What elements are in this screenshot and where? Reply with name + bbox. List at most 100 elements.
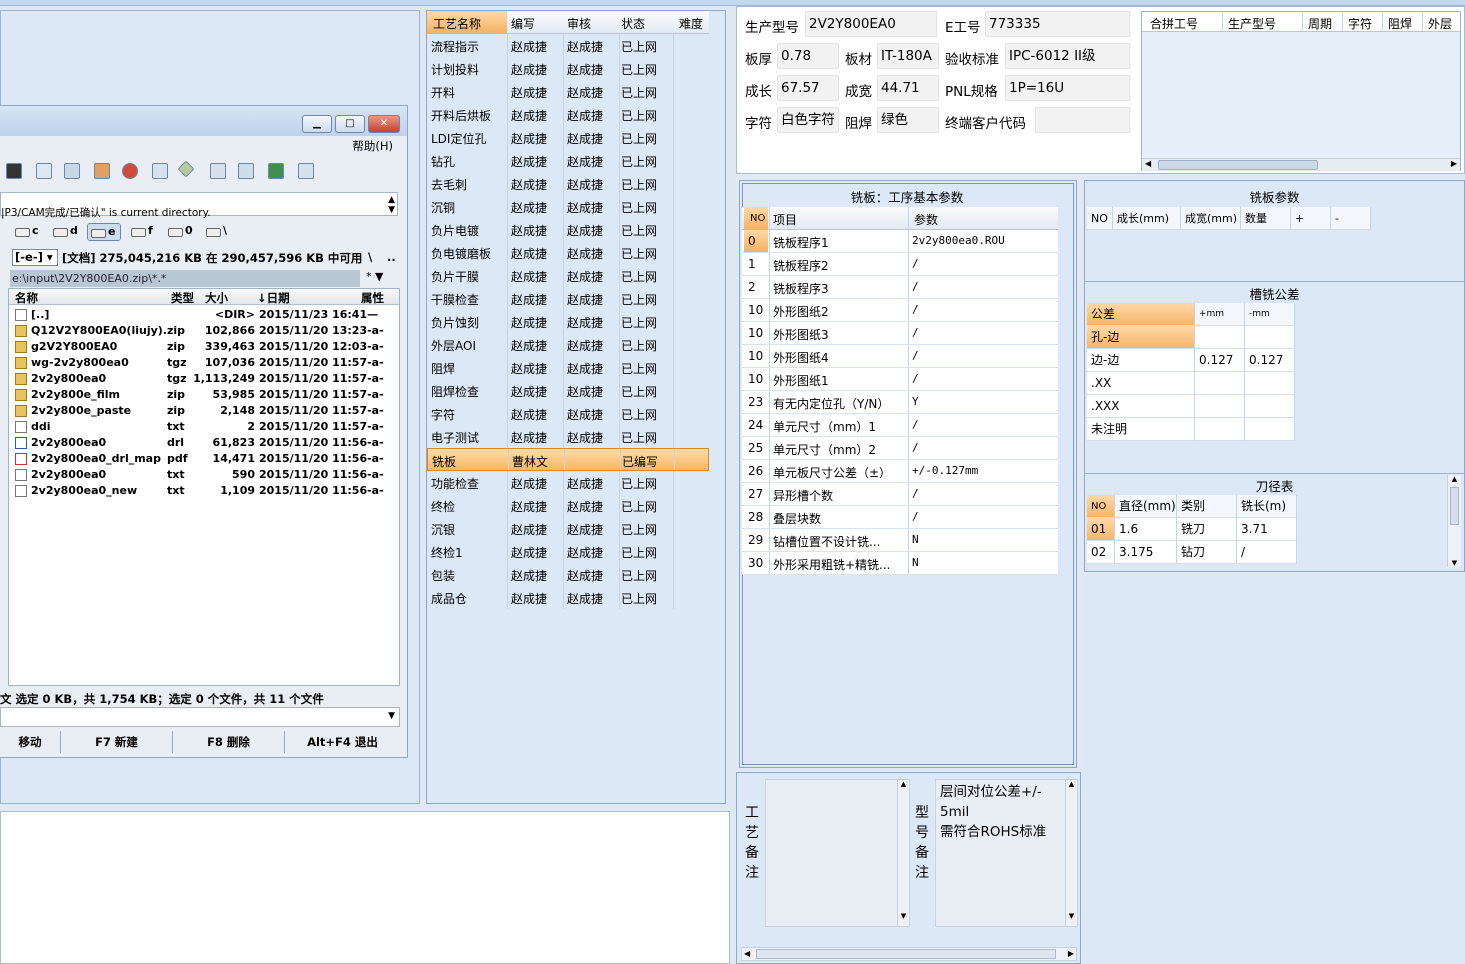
- drive-d[interactable]: d: [50, 223, 78, 241]
- delete-button[interactable]: F8 删除: [172, 731, 284, 753]
- model-field[interactable]: 2V2Y800EA0: [805, 11, 937, 37]
- milling-param-row[interactable]: 1 铣板程序2 /: [742, 253, 1058, 276]
- scroll-thumb[interactable]: [756, 949, 1056, 959]
- tool-cell[interactable]: 钻刀: [1177, 541, 1237, 564]
- craft-notes-scrollbar[interactable]: ▲ ▼: [897, 780, 909, 926]
- drive-network[interactable]: \: [203, 223, 227, 241]
- drive-0[interactable]: 0: [165, 223, 193, 241]
- grid-header-cell[interactable]: 成宽(mm): [1181, 207, 1241, 230]
- process-row[interactable]: 包装 赵成捷 赵成捷 已上网: [427, 563, 709, 586]
- scroll-right-icon[interactable]: ▶: [1451, 159, 1457, 168]
- drive-select[interactable]: [-e-] ▾: [12, 249, 58, 266]
- milling-param-row[interactable]: 10 外形图纸4 /: [742, 345, 1058, 368]
- binoculars-icon[interactable]: [6, 163, 22, 179]
- notes-horizontal-scrollbar[interactable]: ◀ ▶: [741, 947, 1077, 961]
- copy-icon[interactable]: [36, 163, 52, 179]
- filter-dropdown[interactable]: * ▼: [366, 270, 383, 283]
- horizontal-scrollbar[interactable]: ◀ ▶: [1142, 158, 1460, 171]
- process-row[interactable]: 负片蚀刻 赵成捷 赵成捷 已上网: [427, 310, 709, 333]
- drive-e[interactable]: e: [87, 223, 121, 241]
- scroll-left-icon[interactable]: ◀: [744, 949, 750, 958]
- tolerance-cell[interactable]: [1195, 395, 1245, 418]
- root-button[interactable]: \: [368, 250, 372, 264]
- compare-icon[interactable]: [122, 163, 138, 179]
- process-row[interactable]: 负片电镀 赵成捷 赵成捷 已上网: [427, 218, 709, 241]
- tolerance-header-cell[interactable]: -mm: [1245, 303, 1295, 326]
- tolerance-cell[interactable]: [1245, 395, 1295, 418]
- page-icon[interactable]: [238, 163, 254, 179]
- file-row[interactable]: ddi txt 2 2015/11/20 11:57-a-: [9, 419, 399, 435]
- tolerance-cell[interactable]: [1245, 418, 1295, 441]
- milling-param-row[interactable]: 23 有无内定位孔（Y/N） Y: [742, 391, 1058, 414]
- header-status[interactable]: 状态: [621, 15, 671, 32]
- process-row[interactable]: 开料后烘板 赵成捷 赵成捷 已上网: [427, 103, 709, 126]
- file-row[interactable]: 2v2y800ea0 txt 590 2015/11/20 11:56-a-: [9, 467, 399, 483]
- process-row[interactable]: 去毛刺 赵成捷 赵成捷 已上网: [427, 172, 709, 195]
- frame-icon[interactable]: [152, 163, 168, 179]
- current-directory-line[interactable]: |P3/CAM完成/已确认" is current directory. ▲ ▼: [0, 192, 398, 219]
- tolerance-cell[interactable]: .XXX: [1087, 395, 1195, 418]
- header-reviewer[interactable]: 审核: [567, 15, 619, 32]
- file-row[interactable]: 2v2y800ea0 tgz 1,113,249 2015/11/20 11:57-a…: [9, 371, 399, 387]
- file-row[interactable]: wg-2v2y800ea0 tgz 107,036 2015/11/20 11:57-…: [9, 355, 399, 371]
- eno-field[interactable]: 773335: [985, 11, 1130, 37]
- grid-header-cell[interactable]: -: [1331, 207, 1371, 230]
- model-notes-textarea[interactable]: 层间对位公差+/- 5mil 需符合ROHS标准: [935, 779, 1078, 927]
- col-date[interactable]: ↓日期: [257, 290, 290, 306]
- process-row[interactable]: 阻焊 赵成捷 赵成捷 已上网: [427, 356, 709, 379]
- process-row[interactable]: 沉银 赵成捷 赵成捷 已上网: [427, 517, 709, 540]
- grid-header-cell[interactable]: +: [1291, 207, 1331, 230]
- tolerance-cell[interactable]: 孔-边: [1087, 326, 1195, 349]
- tool-header-cell[interactable]: NO: [1087, 495, 1115, 518]
- process-row[interactable]: 终检 赵成捷 赵成捷 已上网: [427, 494, 709, 517]
- tool-header-cell[interactable]: 直径(mm): [1115, 495, 1177, 518]
- scroll-right-icon[interactable]: ▶: [1068, 949, 1074, 958]
- process-row[interactable]: 计划投料 赵成捷 赵成捷 已上网: [427, 57, 709, 80]
- tolerance-header-cell[interactable]: 公差: [1087, 303, 1195, 326]
- grid-header-cell[interactable]: NO: [1087, 207, 1113, 230]
- drive-f[interactable]: f: [128, 223, 153, 241]
- tolerance-cell[interactable]: [1245, 372, 1295, 395]
- menu-help[interactable]: 帮助(H): [352, 138, 393, 154]
- grid-header-cell[interactable]: 数量: [1241, 207, 1291, 230]
- milling-param-row[interactable]: 10 外形图纸1 /: [742, 368, 1058, 391]
- process-row[interactable]: 钻孔 赵成捷 赵成捷 已上网: [427, 149, 709, 172]
- process-row[interactable]: 负电镀磨板 赵成捷 赵成捷 已上网: [427, 241, 709, 264]
- chevron-down-icon[interactable]: ▼: [388, 711, 395, 721]
- col-type[interactable]: 类型: [171, 290, 194, 306]
- header-author[interactable]: 编写: [511, 15, 563, 32]
- tolerance-cell[interactable]: 0.127: [1195, 349, 1245, 372]
- col-name[interactable]: 名称: [15, 290, 38, 306]
- notepad-icon[interactable]: [64, 163, 80, 179]
- tolerance-cell[interactable]: [1195, 372, 1245, 395]
- process-row[interactable]: 干膜检查 赵成捷 赵成捷 已上网: [427, 287, 709, 310]
- process-row[interactable]: 铣板 曹林文 已编写: [427, 448, 709, 471]
- tolerance-header-cell[interactable]: +mm: [1195, 303, 1245, 326]
- tolerance-cell[interactable]: [1245, 326, 1295, 349]
- tolerance-cell[interactable]: [1195, 418, 1245, 441]
- milling-param-row[interactable]: 27 异形槽个数 /: [742, 483, 1058, 506]
- tool-header-cell[interactable]: 类别: [1177, 495, 1237, 518]
- close-button[interactable]: ✕: [368, 115, 400, 133]
- tool-cell[interactable]: 3.71: [1237, 518, 1297, 541]
- milling-param-row[interactable]: 10 外形图纸2 /: [742, 299, 1058, 322]
- path-bar[interactable]: e:\input\2V2Y800EA0.zip\*.*: [10, 270, 360, 287]
- diamond-icon[interactable]: [177, 160, 195, 178]
- process-row[interactable]: 沉铜 赵成捷 赵成捷 已上网: [427, 195, 709, 218]
- scroll-arrows-icon[interactable]: ▲ ▼: [388, 195, 395, 215]
- scroll-left-icon[interactable]: ◀: [1145, 159, 1151, 168]
- process-row[interactable]: 功能检查 赵成捷 赵成捷 已上网: [427, 471, 709, 494]
- header-difficulty[interactable]: 难度: [679, 15, 709, 32]
- width-field[interactable]: 44.71: [877, 75, 939, 101]
- process-row[interactable]: 电子测试 赵成捷 赵成捷 已上网: [427, 425, 709, 448]
- exit-button[interactable]: Alt+F4 退出: [284, 731, 400, 753]
- craft-notes-textarea[interactable]: [765, 779, 910, 927]
- standard-field[interactable]: IPC-6012 II级: [1005, 43, 1130, 69]
- file-row[interactable]: 2v2y800ea0_new txt 1,109 2015/11/20 11:56-a…: [9, 483, 399, 499]
- process-row[interactable]: 字符 赵成捷 赵成捷 已上网: [427, 402, 709, 425]
- drive-c[interactable]: c: [12, 223, 39, 241]
- grid-header-cell[interactable]: 成长(mm): [1113, 207, 1181, 230]
- file-row[interactable]: 2v2y800ea0 drl 61,823 2015/11/20 11:56-a-: [9, 435, 399, 451]
- title-bar[interactable]: ▁ □ ✕: [0, 106, 407, 136]
- tolerance-cell[interactable]: .XX: [1087, 372, 1195, 395]
